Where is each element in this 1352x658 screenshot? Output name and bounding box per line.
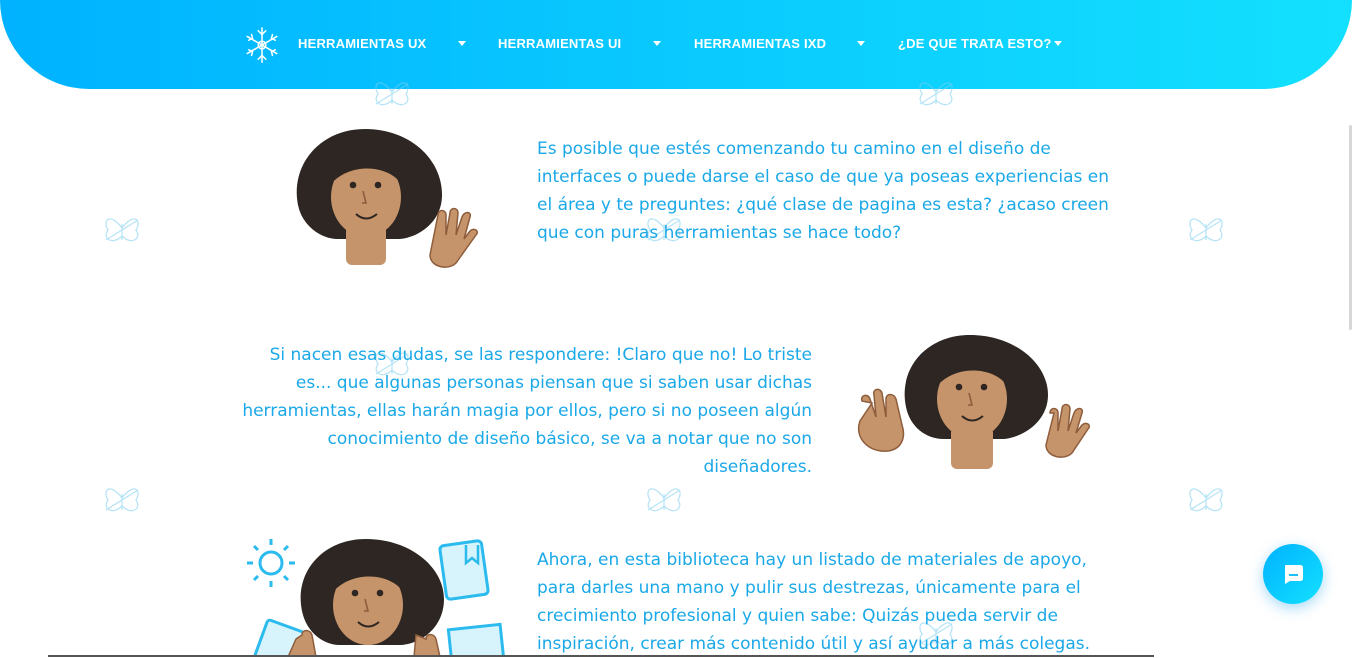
intro-paragraph: Es posible que estés comenzando tu camin… <box>537 139 1110 243</box>
butterfly-outline-icon <box>1189 488 1223 512</box>
top-navbar: HERRAMIENTAS UX HERRAMIENTAS UI HERRAMIE… <box>0 0 1352 89</box>
chevron-down-icon[interactable] <box>1054 41 1062 46</box>
butterfly-outline-icon <box>105 488 139 512</box>
butterfly-outline-icon <box>919 82 953 106</box>
chevron-down-icon[interactable] <box>857 41 865 46</box>
answer-paragraph: Si nacen esas dudas, se las respondere: … <box>242 345 812 477</box>
girl-waving-illustration <box>296 129 479 268</box>
butterfly-outline-icon <box>375 82 409 106</box>
butterfly-outline-icon <box>647 488 681 512</box>
chevron-down-icon[interactable] <box>458 41 466 46</box>
library-paragraph: Ahora, en esta biblioteca hay un listado… <box>537 550 1091 654</box>
chat-button[interactable] <box>1263 544 1323 604</box>
butterfly-outline-icon <box>1189 218 1223 242</box>
butterfly-outline-icon <box>105 218 139 242</box>
nav-item-de-que-trata[interactable]: ¿DE QUE TRATA ESTO? <box>898 36 1052 51</box>
nav-item-herramientas-ui[interactable]: HERRAMIENTAS UI <box>498 36 621 51</box>
nav-item-herramientas-ux[interactable]: HERRAMIENTAS UX <box>298 36 426 51</box>
chat-bubble-icon <box>1285 565 1303 584</box>
chevron-down-icon[interactable] <box>653 41 661 46</box>
girl-with-tools-illustration <box>247 539 506 657</box>
nav-item-herramientas-ixd[interactable]: HERRAMIENTAS IXD <box>694 36 826 51</box>
girl-both-hands-waving-illustration <box>857 335 1091 469</box>
snowflake-logo-icon[interactable] <box>243 26 281 64</box>
